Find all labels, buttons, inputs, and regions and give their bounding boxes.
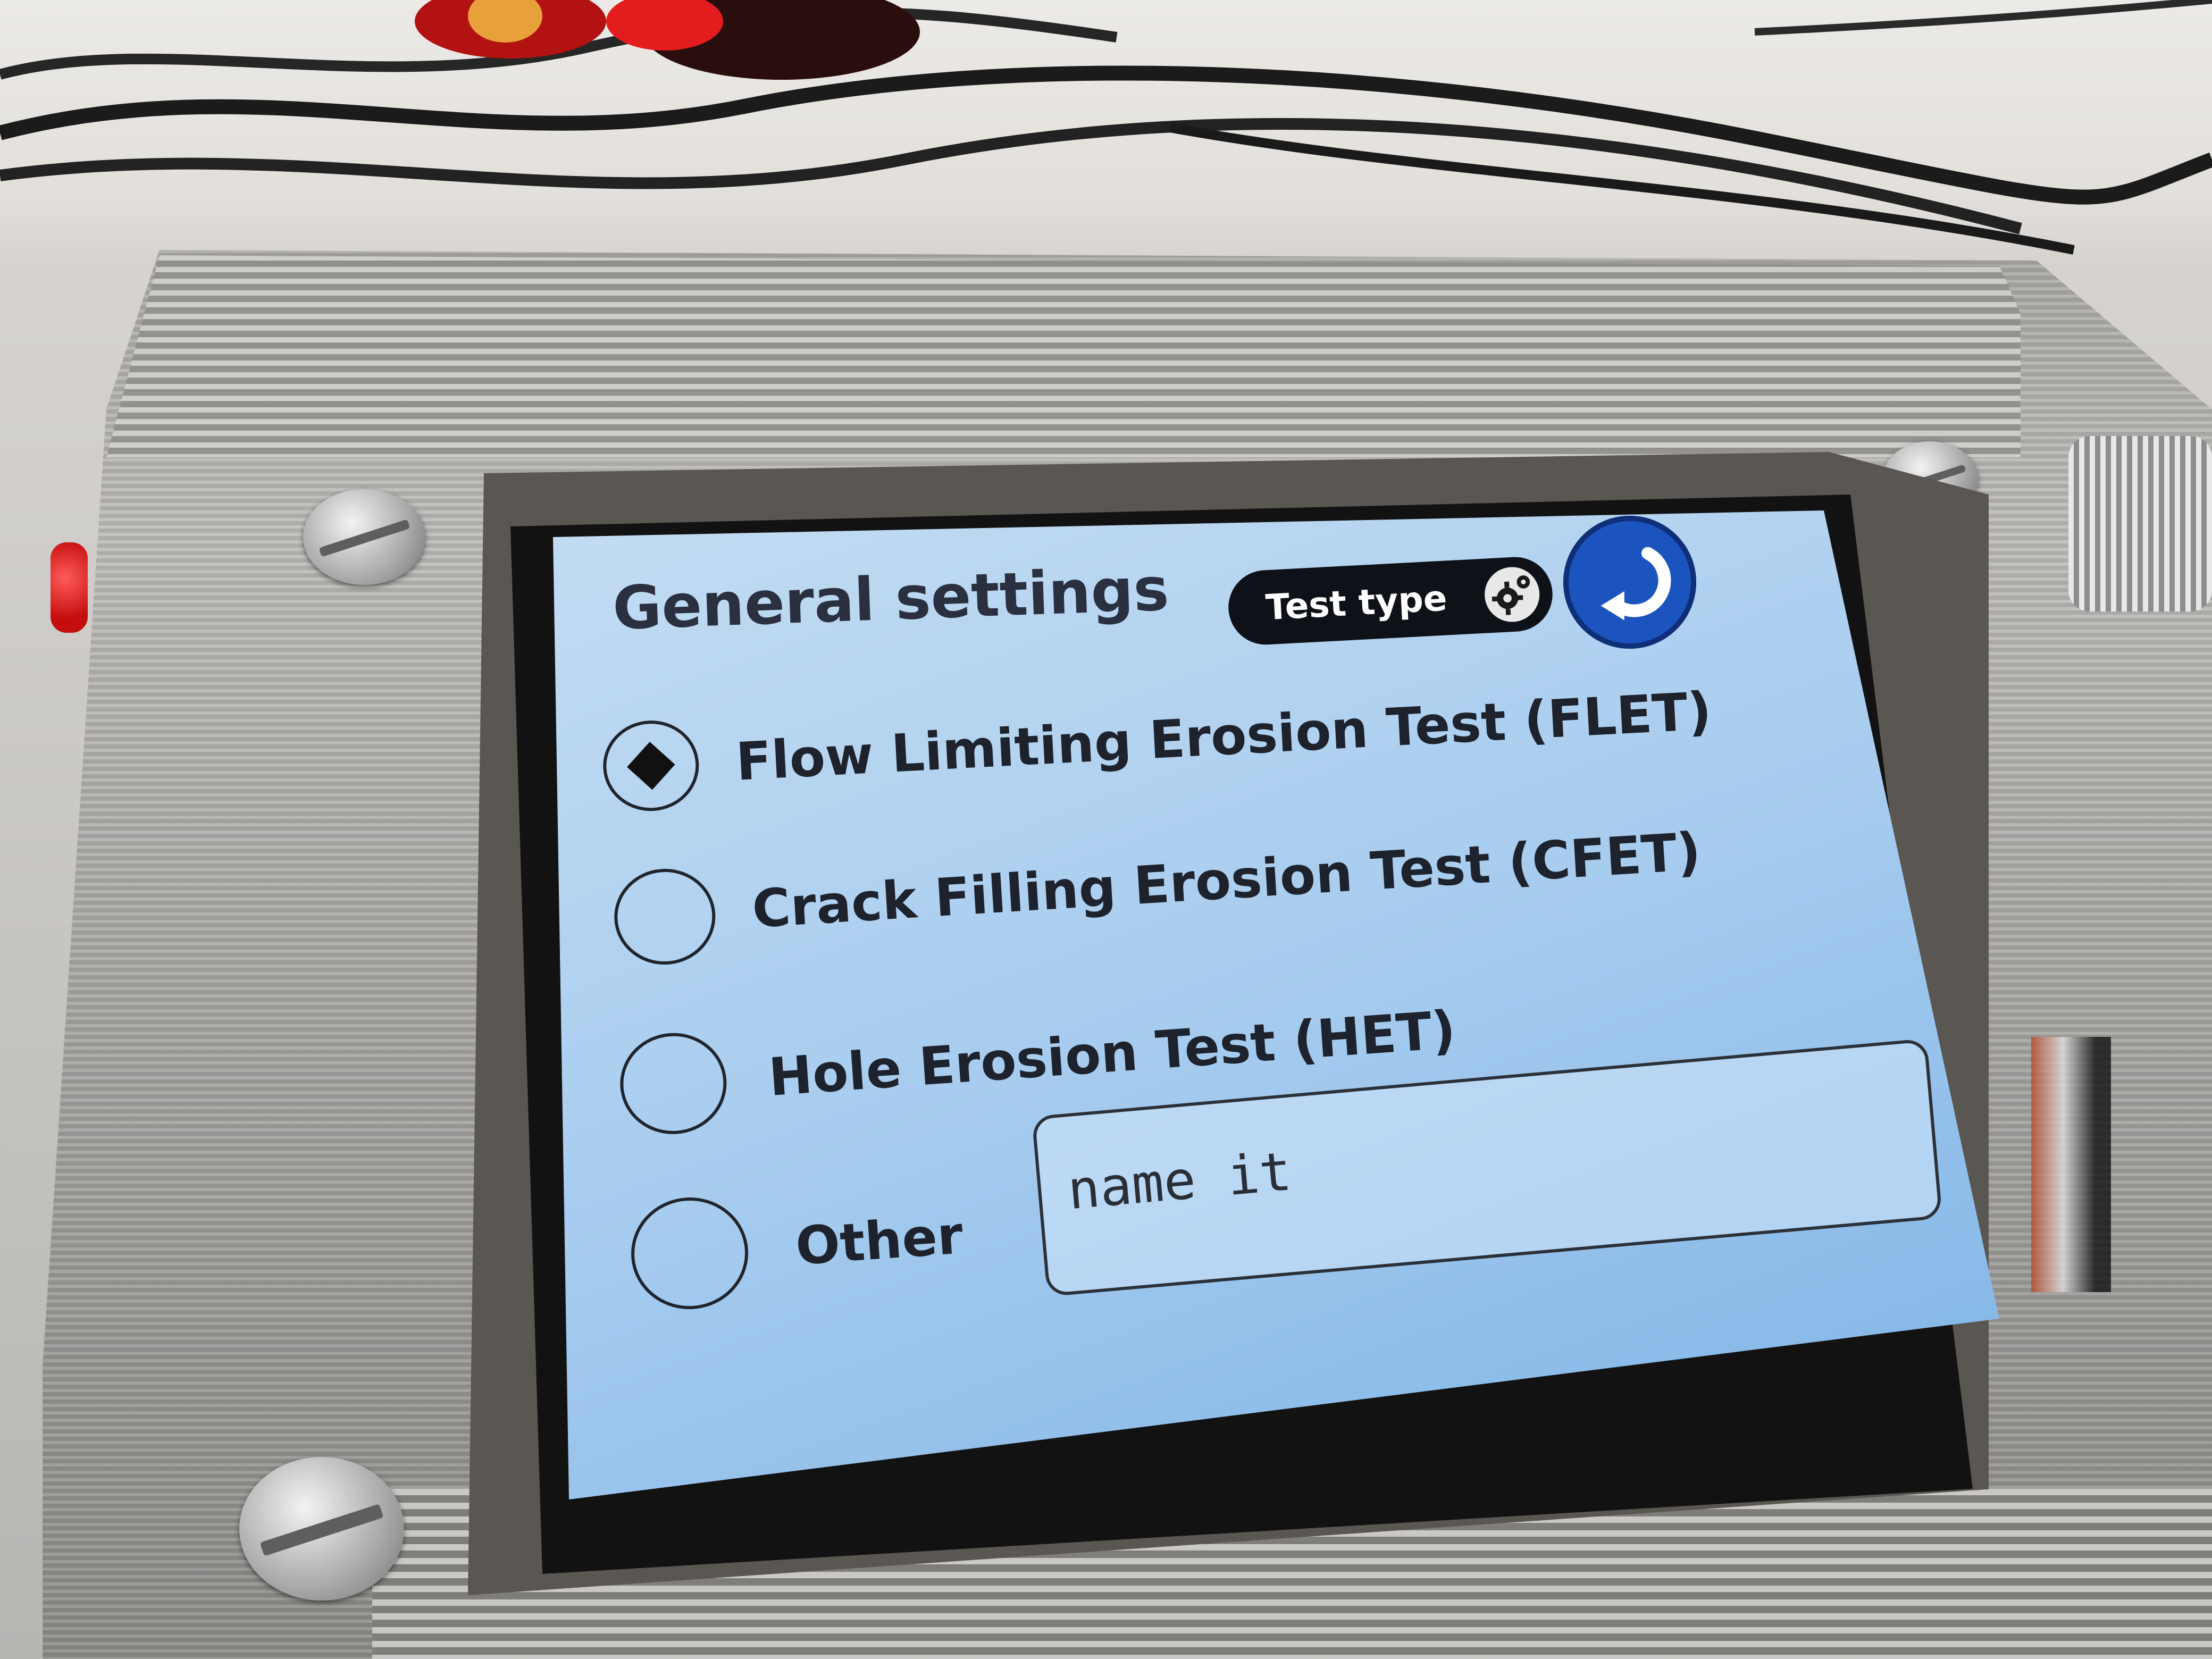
side-edge-detail xyxy=(2031,1037,2111,1292)
radio-selected-dot xyxy=(627,741,675,790)
page-title: General settings xyxy=(611,555,1170,643)
test-type-label: Test type xyxy=(1264,577,1448,628)
back-arrow-icon xyxy=(1601,547,1671,621)
screw-bottom-left xyxy=(239,1457,404,1601)
radio-other[interactable] xyxy=(627,1193,752,1313)
test-type-button[interactable]: Test type xyxy=(1226,555,1555,647)
back-button[interactable] xyxy=(1563,516,1696,649)
option-flet-label: Flow Limiting Erosion Test (FLET) xyxy=(734,681,1713,793)
option-other-label: Other xyxy=(793,1205,965,1277)
option-cfet-label: Crack Filling Erosion Test (CFET) xyxy=(750,821,1703,940)
antenna-connector xyxy=(2068,436,2212,611)
red-power-button[interactable] xyxy=(51,542,88,633)
photo-scene: General settings Test type Flow Limiting… xyxy=(0,0,2212,1659)
radio-het[interactable] xyxy=(617,1029,730,1138)
screw-top-left xyxy=(303,489,425,585)
radio-flet[interactable] xyxy=(601,718,701,814)
gear-icon xyxy=(1485,567,1540,622)
other-name-value: name it xyxy=(1065,1140,1294,1222)
enclosure-ridges-top xyxy=(106,255,2021,457)
radio-cfet[interactable] xyxy=(611,866,718,968)
